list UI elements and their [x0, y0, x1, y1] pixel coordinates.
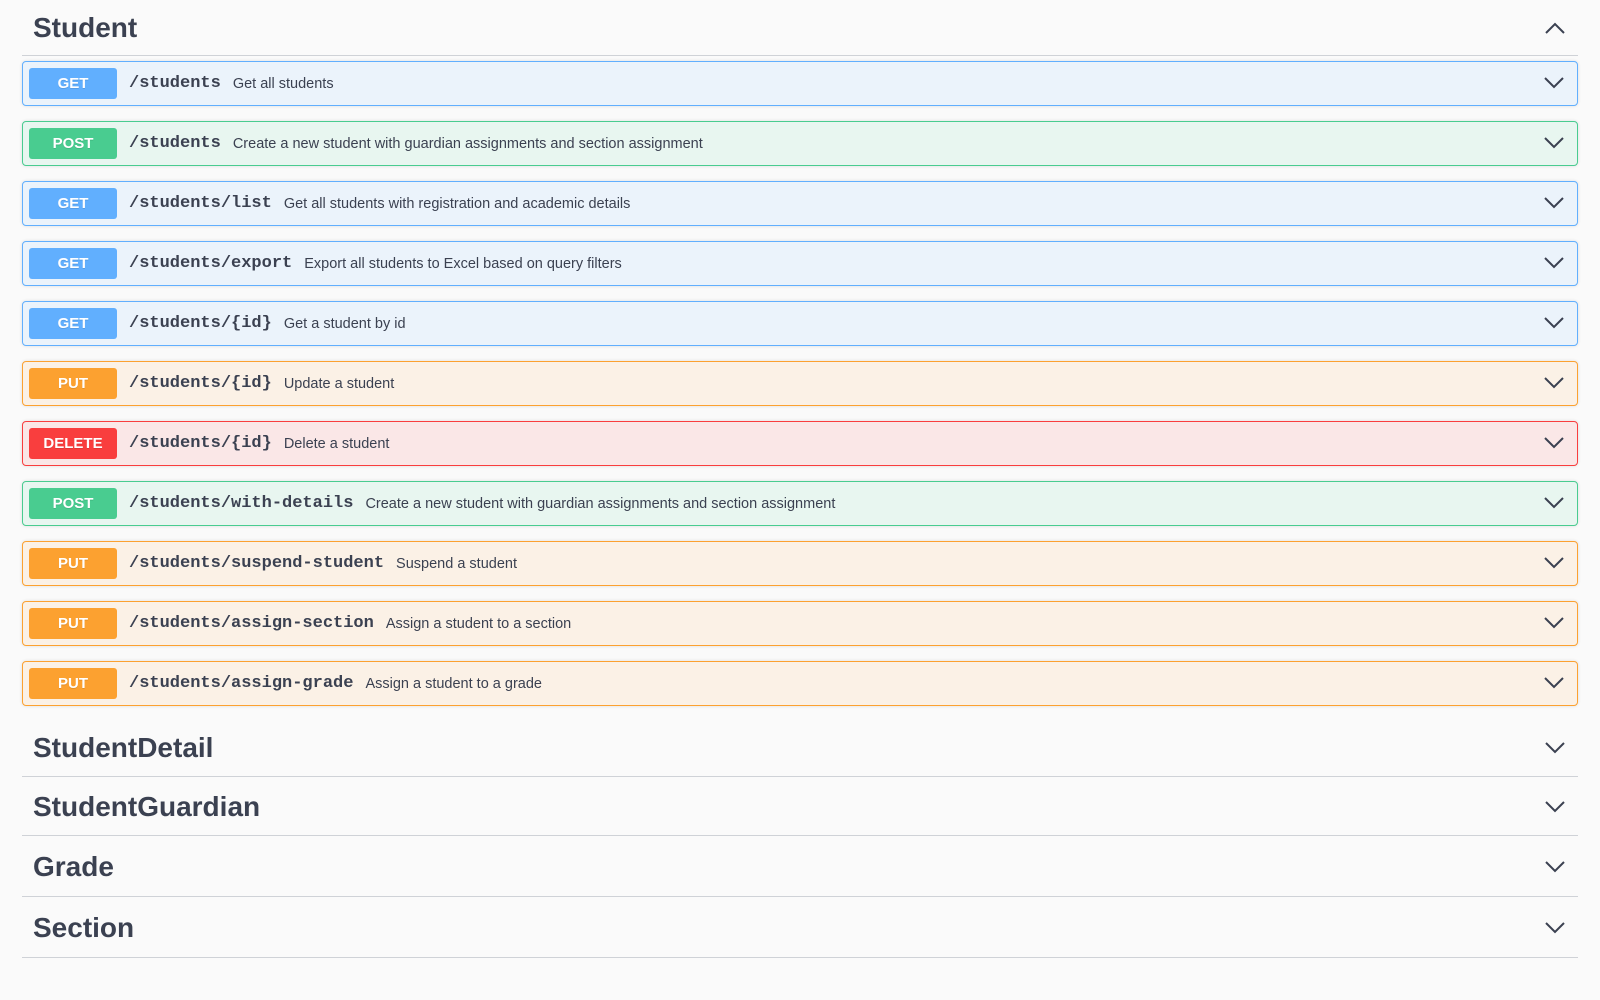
tag-section[interactable]: Section	[22, 898, 1578, 958]
chevron-down-icon[interactable]	[1543, 312, 1565, 334]
chevron-down-icon[interactable]	[1544, 917, 1566, 939]
operation-path: /students/with-details	[129, 494, 354, 513]
chevron-down-icon[interactable]	[1543, 372, 1565, 394]
operation-path: /students/{id}	[129, 434, 272, 453]
operation-summary: Create a new student with guardian assig…	[232, 135, 703, 152]
method-badge: POST	[29, 488, 117, 519]
tag-title-student-detail: StudentDetail	[33, 732, 214, 763]
tag-student[interactable]: Student	[22, 0, 1578, 56]
operation-row[interactable]: PUT /students/assign-grade Assign a stud…	[22, 661, 1578, 706]
operation-path: /students/{id}	[129, 314, 272, 333]
tag-title-section: Section	[33, 911, 135, 943]
method-badge: PUT	[29, 368, 117, 399]
method-badge: PUT	[29, 608, 117, 639]
operation-row[interactable]: GET /students/{id} Get a student by id	[22, 301, 1578, 346]
chevron-up-icon[interactable]	[1544, 17, 1566, 39]
operation-path: /students/{id}	[129, 374, 272, 393]
chevron-down-icon[interactable]	[1544, 737, 1566, 759]
operation-path: /students/assign-grade	[129, 674, 354, 693]
operation-path: /students	[129, 74, 221, 93]
operation-summary: Delete a student	[283, 435, 390, 452]
operation-summary: Suspend a student	[396, 555, 517, 572]
method-badge: GET	[29, 68, 117, 99]
method-badge: POST	[29, 128, 117, 159]
chevron-down-icon[interactable]	[1544, 856, 1566, 878]
method-badge: DELETE	[29, 428, 117, 459]
operation-path: /students/list	[129, 194, 272, 213]
operation-summary: Assign a student to a grade	[365, 675, 542, 692]
chevron-down-icon[interactable]	[1543, 252, 1565, 274]
tag-student-detail[interactable]: StudentDetail	[22, 720, 1578, 777]
chevron-down-icon[interactable]	[1543, 192, 1565, 214]
method-badge: GET	[29, 248, 117, 279]
tag-student-guardian[interactable]: StudentGuardian	[22, 778, 1578, 836]
operation-path: /students/export	[129, 254, 293, 273]
chevron-down-icon[interactable]	[1543, 672, 1565, 694]
method-badge: GET	[29, 188, 117, 219]
chevron-down-icon[interactable]	[1543, 72, 1565, 94]
chevron-down-icon[interactable]	[1543, 432, 1565, 454]
chevron-down-icon[interactable]	[1543, 552, 1565, 574]
operation-row[interactable]: GET /students/export Export all students…	[22, 241, 1578, 286]
method-badge: PUT	[29, 668, 117, 699]
tag-title-student-guardian: StudentGuardian	[33, 790, 261, 822]
method-badge: GET	[29, 308, 117, 339]
operation-row[interactable]: POST /students Create a new student with…	[22, 121, 1578, 166]
operation-path: /students	[129, 134, 221, 153]
operation-path: /students/suspend-student	[129, 554, 385, 573]
tag-grade[interactable]: Grade	[22, 837, 1578, 897]
operation-summary: Create a new student with guardian assig…	[365, 495, 836, 512]
operation-row[interactable]: GET /students Get all students	[22, 61, 1578, 106]
operation-summary: Assign a student to a section	[385, 615, 572, 632]
chevron-down-icon[interactable]	[1543, 132, 1565, 154]
method-badge: PUT	[29, 548, 117, 579]
operation-summary: Update a student	[283, 375, 395, 392]
tag-title-student: Student	[33, 11, 138, 43]
operation-row[interactable]: PUT /students/suspend-student Suspend a …	[22, 541, 1578, 586]
tag-title-grade: Grade	[33, 850, 114, 882]
operation-summary: Get a student by id	[283, 315, 406, 332]
chevron-down-icon[interactable]	[1543, 612, 1565, 634]
operation-row[interactable]: POST /students/with-details Create a new…	[22, 481, 1578, 526]
operation-row[interactable]: PUT /students/assign-section Assign a st…	[22, 601, 1578, 646]
chevron-down-icon[interactable]	[1543, 492, 1565, 514]
operation-summary: Get all students	[232, 75, 334, 92]
operation-summary: Get all students with registration and a…	[283, 195, 631, 212]
chevron-down-icon[interactable]	[1544, 796, 1566, 818]
operation-row[interactable]: GET /students/list Get all students with…	[22, 181, 1578, 226]
operation-row[interactable]: DELETE /students/{id} Delete a student	[22, 421, 1578, 466]
operation-summary: Export all students to Excel based on qu…	[304, 255, 622, 272]
operation-path: /students/assign-section	[129, 614, 374, 633]
operation-row[interactable]: PUT /students/{id} Update a student	[22, 361, 1578, 406]
